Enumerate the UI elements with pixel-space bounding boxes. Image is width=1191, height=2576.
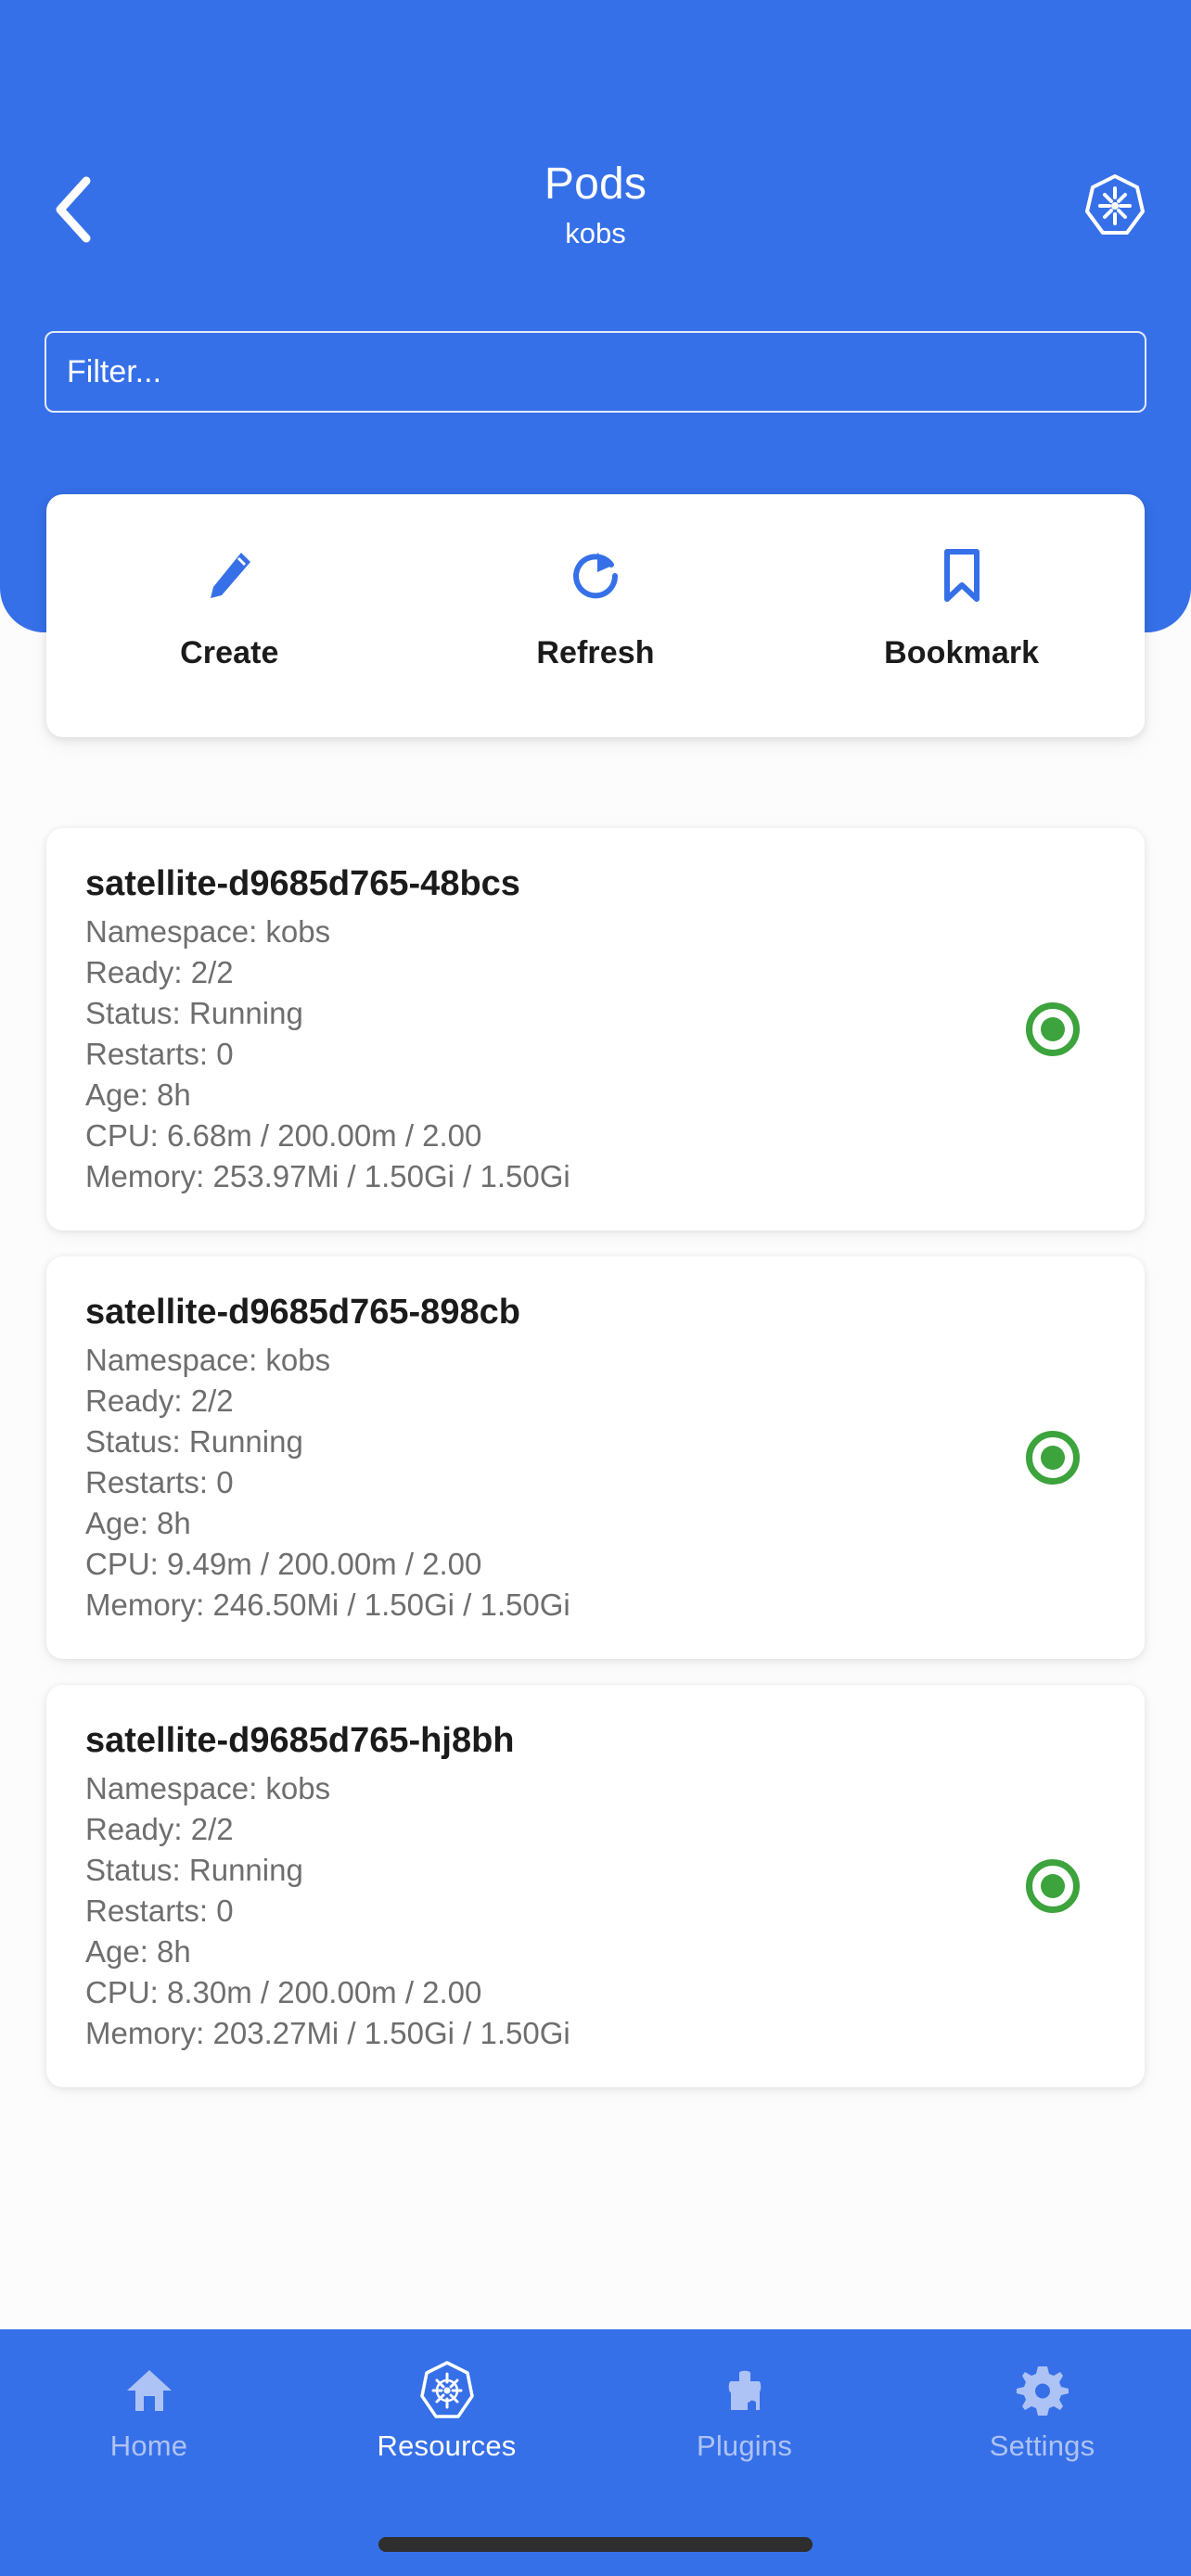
nav-label-settings: Settings [989,2429,1095,2462]
bookmark-icon [941,542,983,609]
pod-restarts: Restarts: 0 [85,1465,234,1499]
create-button[interactable]: Create [113,542,345,671]
nav-item-settings[interactable]: Settings [893,2361,1191,2463]
pod-cpu: CPU: 8.30m / 200.00m / 2.00 [85,1975,482,2009]
create-label: Create [180,635,279,670]
pod-status: Status: Running [85,996,303,1030]
pod-card[interactable]: satellite-d9685d765-48bcs Namespace: kob… [46,828,1145,1231]
home-indicator [378,2537,813,2552]
pod-namespace: Namespace: kobs [85,1771,331,1805]
pod-ready: Ready: 2/2 [85,955,234,989]
pod-memory: Memory: 253.97Mi / 1.50Gi / 1.50Gi [85,1159,570,1193]
gear-icon [1016,2361,1069,2420]
pod-ready: Ready: 2/2 [85,1384,234,1418]
kubernetes-icon [419,2361,475,2420]
puzzle-icon [719,2361,771,2420]
kubernetes-icon[interactable] [1078,169,1152,243]
pod-name: satellite-d9685d765-898cb [85,1293,520,1332]
pod-list: satellite-d9685d765-48bcs Namespace: kob… [0,828,1191,2113]
nav-item-plugins[interactable]: Plugins [596,2361,893,2463]
pod-cpu: CPU: 6.68m / 200.00m / 2.00 [85,1118,482,1153]
app-root: Pods kobs Filter... Create Refresh Bookm… [0,0,1191,2576]
pod-age: Age: 8h [85,1934,191,1969]
pod-ready: Ready: 2/2 [85,1812,234,1846]
home-icon [123,2361,175,2420]
pod-age: Age: 8h [85,1078,191,1112]
status-badge [1026,1859,1080,1913]
refresh-icon [569,542,622,609]
nav-label-home: Home [109,2429,188,2462]
pencil-icon [203,542,255,609]
bookmark-label: Bookmark [884,635,1040,670]
status-badge [1026,1002,1080,1056]
bookmark-button[interactable]: Bookmark [846,542,1078,671]
pod-restarts: Restarts: 0 [85,1894,234,1928]
pod-cpu: CPU: 9.49m / 200.00m / 2.00 [85,1547,482,1581]
pod-namespace: Namespace: kobs [85,1343,331,1377]
pod-restarts: Restarts: 0 [85,1037,234,1071]
refresh-button[interactable]: Refresh [480,542,711,671]
refresh-label: Refresh [536,635,655,670]
actions-card: Create Refresh Bookmark [46,494,1145,737]
status-badge [1026,1431,1080,1485]
filter-input[interactable] [45,331,1146,413]
nav-label-resources: Resources [377,2429,517,2462]
pod-name: satellite-d9685d765-hj8bh [85,1721,515,1760]
pod-status: Status: Running [85,1853,303,1887]
pod-card[interactable]: satellite-d9685d765-hj8bh Namespace: kob… [46,1685,1145,2087]
nav-label-plugins: Plugins [696,2429,793,2462]
header-title-block: Pods kobs [0,156,1191,252]
pod-memory: Memory: 203.27Mi / 1.50Gi / 1.50Gi [85,2016,570,2050]
pod-memory: Memory: 246.50Mi / 1.50Gi / 1.50Gi [85,1588,570,1622]
nav-item-resources[interactable]: Resources [298,2361,596,2463]
pod-age: Age: 8h [85,1506,191,1540]
pod-card[interactable]: satellite-d9685d765-898cb Namespace: kob… [46,1256,1145,1659]
pod-namespace: Namespace: kobs [85,914,331,949]
page-title: Pods [544,159,647,209]
pod-status: Status: Running [85,1424,303,1459]
pod-name: satellite-d9685d765-48bcs [85,864,520,903]
nav-item-home[interactable]: Home [0,2361,298,2463]
page-subtitle: kobs [565,217,626,249]
